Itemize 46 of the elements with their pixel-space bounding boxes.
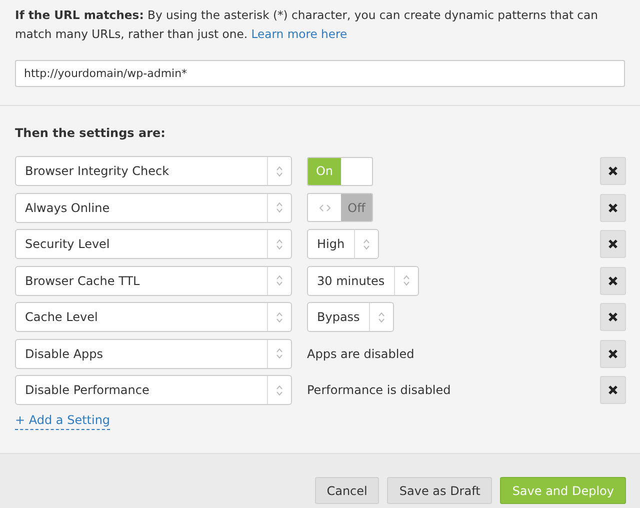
- sort-icon: [276, 166, 283, 176]
- action-button[interactable]: Save as Draft: [387, 477, 492, 504]
- settings-heading: Then the settings are:: [15, 126, 166, 140]
- sort-icon: [276, 312, 283, 322]
- value-select[interactable]: High: [307, 229, 379, 259]
- sort-icon: [276, 238, 283, 250]
- sort-icon: [362, 238, 370, 250]
- setting-select[interactable]: Disable Apps: [15, 338, 292, 368]
- off-state: Off: [341, 194, 372, 221]
- close-icon: [608, 385, 618, 395]
- setting-select[interactable]: Cache Level: [15, 302, 292, 332]
- drag-handle-icon: [318, 204, 330, 212]
- close-icon: [608, 166, 618, 176]
- setting-status: Apps are disabled: [307, 346, 414, 360]
- remove-button[interactable]: [600, 230, 626, 258]
- close-icon: [608, 202, 618, 212]
- setting-select[interactable]: Browser Cache TTL: [15, 266, 292, 296]
- setting-select[interactable]: Browser Integrity Check: [15, 156, 292, 186]
- sort-icon: [276, 275, 283, 286]
- add-setting-link[interactable]: + Add a Setting: [15, 412, 110, 430]
- setting-status: Performance is disabled: [307, 383, 451, 397]
- action-button[interactable]: Cancel: [314, 477, 380, 504]
- sort-icon: [276, 348, 283, 359]
- remove-button[interactable]: [600, 157, 626, 185]
- sort-icon: [378, 312, 385, 322]
- close-icon: [608, 348, 618, 358]
- url-field[interactable]: http://yourdomain/wp-admin*: [15, 60, 625, 87]
- sort-icon: [402, 275, 410, 286]
- sort-icon: [276, 202, 283, 213]
- remove-button[interactable]: [600, 266, 626, 294]
- remove-button[interactable]: [600, 303, 626, 331]
- close-icon: [608, 239, 618, 249]
- value-select[interactable]: 30 minutes: [307, 266, 419, 296]
- remove-button[interactable]: [600, 194, 626, 222]
- sort-icon: [276, 384, 283, 396]
- remove-button[interactable]: [600, 376, 626, 404]
- setting-select[interactable]: Security Level: [15, 229, 292, 259]
- intro-text: If the URL matches: By using the asterisk (*) character, you can create dynamic patterns that can match many URLs, rather than just one. Learn more here: [15, 7, 600, 43]
- close-icon: [608, 312, 618, 322]
- learn-more-link[interactable]: Learn more here: [251, 27, 348, 41]
- setting-select[interactable]: Disable Performance: [15, 375, 292, 405]
- remove-button[interactable]: [600, 340, 626, 368]
- value-select[interactable]: Bypass: [307, 302, 394, 332]
- on-state: On: [308, 158, 341, 184]
- setting-select[interactable]: Always Online: [15, 192, 292, 222]
- close-icon: [608, 276, 618, 286]
